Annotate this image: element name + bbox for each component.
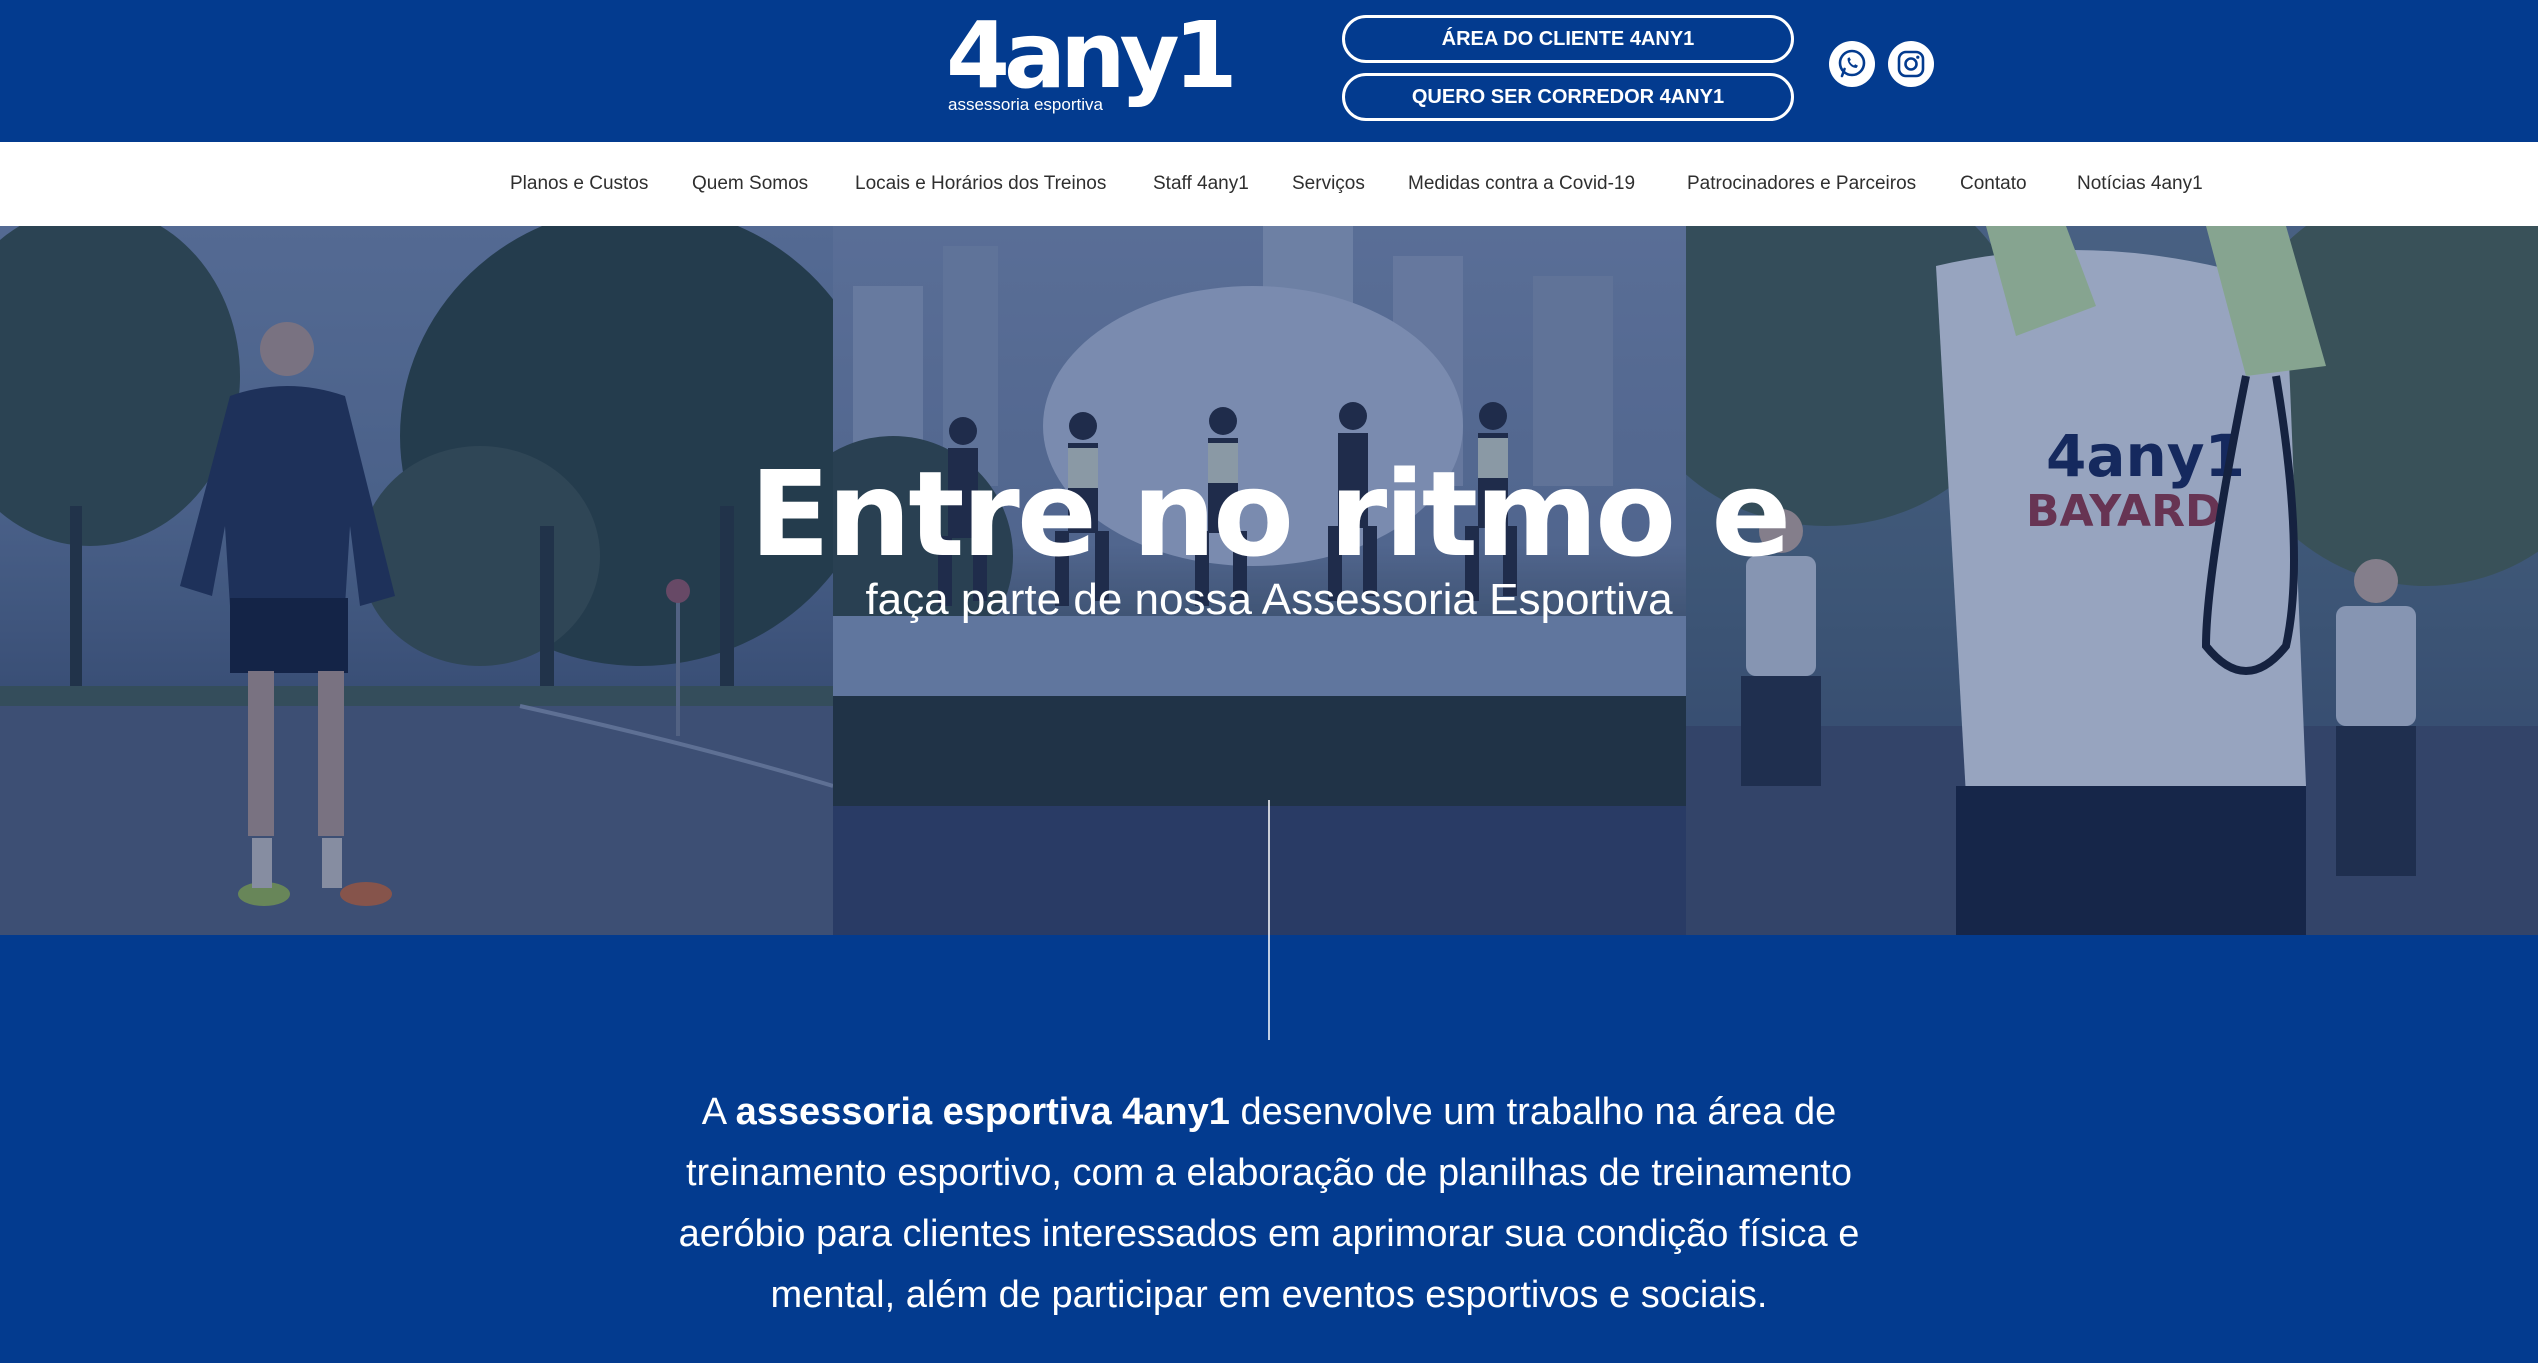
divider-line bbox=[1268, 800, 1270, 1040]
about-paragraph: A assessoria esportiva 4any1 desenvolve … bbox=[640, 1082, 1898, 1326]
logo-subtitle: assessoria esportiva bbox=[948, 95, 1103, 114]
nav-item-patrocinadores[interactable]: Patrocinadores e Parceiros bbox=[1687, 142, 1916, 226]
nav-item-locais[interactable]: Locais e Horários dos Treinos bbox=[855, 142, 1106, 226]
nav-item-noticias[interactable]: Notícias 4any1 bbox=[2077, 142, 2203, 226]
about-highlight: assessoria esportiva 4any1 bbox=[735, 1091, 1230, 1133]
brand-logo[interactable]: 4any1 assessoria esportiva bbox=[946, 10, 1238, 118]
main-nav: Planos e Custos Quem Somos Locais e Horá… bbox=[0, 142, 2538, 226]
nav-item-servicos[interactable]: Serviços bbox=[1292, 142, 1365, 226]
instagram-icon[interactable] bbox=[1888, 41, 1934, 87]
about-prefix: A bbox=[701, 1091, 736, 1133]
client-area-button[interactable]: ÁREA DO CLIENTE 4ANY1 bbox=[1342, 15, 1794, 63]
nav-item-staff[interactable]: Staff 4any1 bbox=[1153, 142, 1249, 226]
nav-item-covid[interactable]: Medidas contra a Covid-19 bbox=[1408, 142, 1635, 226]
nav-item-quem-somos[interactable]: Quem Somos bbox=[692, 142, 808, 226]
hero-subtitle: faça parte de nossa Assessoria Esportiva bbox=[865, 575, 1673, 624]
site-header: 4any1 assessoria esportiva ÁREA DO CLIEN… bbox=[0, 0, 2538, 142]
nav-item-planos[interactable]: Planos e Custos bbox=[510, 142, 648, 226]
nav-item-contato[interactable]: Contato bbox=[1960, 142, 2027, 226]
become-runner-button[interactable]: QUERO SER CORREDOR 4ANY1 bbox=[1342, 73, 1794, 121]
hero-title: Entre no ritmo e bbox=[749, 445, 1792, 583]
whatsapp-icon[interactable] bbox=[1829, 41, 1875, 87]
logo-wordmark: 4any1 bbox=[946, 2, 1238, 109]
